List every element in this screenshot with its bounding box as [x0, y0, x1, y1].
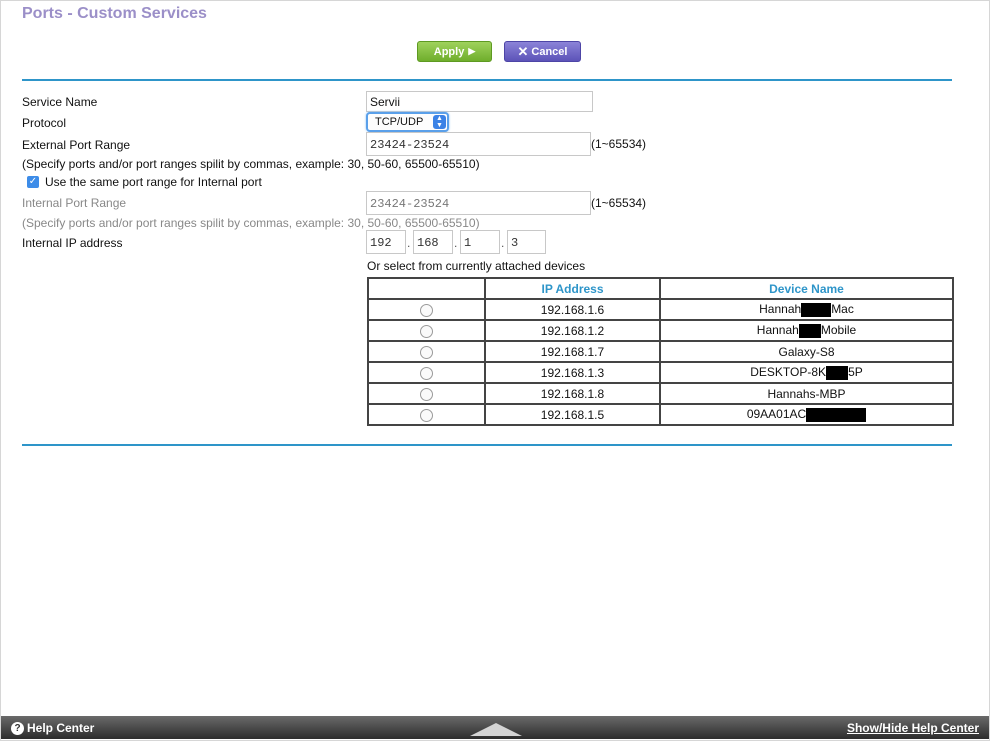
internal-port-label: Internal Port Range: [22, 196, 127, 210]
ip-octet-4[interactable]: 3: [507, 230, 546, 254]
same-range-checkbox[interactable]: ✓: [27, 176, 39, 188]
ip-octet-1[interactable]: 192: [366, 230, 406, 254]
same-range-label: Use the same port range for Internal por…: [45, 175, 262, 189]
devices-table: IP Address Device Name 192.168.1.6 Hanna…: [367, 277, 954, 426]
close-icon: ✕: [517, 43, 529, 59]
device-name-text: Hannah: [759, 302, 802, 317]
device-name: Galaxy-S8: [659, 340, 954, 363]
bottom-divider: [22, 444, 952, 446]
device-ip: 192.168.1.7: [484, 340, 661, 363]
internal-ip-label: Internal IP address: [22, 236, 123, 250]
device-ip: 192.168.1.8: [484, 382, 661, 405]
protocol-select[interactable]: TCP/UDP ▲ ▼: [366, 112, 449, 132]
table-row: 192.168.1.3 DESKTOP-8K 5P: [367, 361, 954, 384]
device-name-text: DESKTOP-8K: [750, 365, 827, 380]
service-name-label: Service Name: [22, 95, 98, 109]
internal-port-range-note: (1~65534): [591, 196, 647, 210]
page-title: Ports - Custom Services: [22, 5, 207, 22]
checkmark-icon: ✓: [28, 176, 38, 187]
ip-octet-3[interactable]: 1: [460, 230, 500, 254]
cancel-button[interactable]: ✕ Cancel: [504, 41, 581, 62]
device-radio[interactable]: [420, 346, 433, 360]
devices-caption: Or select from currently attached device…: [367, 259, 586, 273]
device-name: 09AA01AC: [659, 403, 954, 426]
ip-dot: .: [407, 236, 411, 250]
device-name-text: Mac: [831, 302, 854, 317]
device-name: DESKTOP-8K 5P: [659, 361, 954, 384]
top-divider: [22, 79, 952, 81]
device-name-text: 09AA01AC: [746, 407, 807, 422]
select-column-header: [367, 277, 486, 300]
internal-port-input[interactable]: 23424-23524: [366, 191, 591, 215]
service-name-input[interactable]: Servii: [366, 91, 593, 112]
ip-dot: .: [454, 236, 458, 250]
device-name-text: Mobile: [820, 323, 857, 338]
redaction-bar: [801, 302, 832, 317]
device-radio[interactable]: [420, 325, 433, 339]
device-ip: 192.168.1.2: [484, 319, 661, 342]
redaction-bar: [798, 323, 821, 338]
toggle-help-center-link[interactable]: Show/Hide Help Center: [847, 721, 979, 735]
select-arrows-icon: ▲ ▼: [433, 115, 446, 129]
ip-column-header: IP Address: [484, 277, 661, 300]
help-footer-bar: ? Help Center Show/Hide Help Center: [1, 716, 989, 739]
device-radio[interactable]: [420, 304, 433, 318]
redaction-bar: [826, 365, 849, 380]
ip-octet-2[interactable]: 168: [413, 230, 453, 254]
protocol-label: Protocol: [22, 116, 67, 130]
device-ip: 192.168.1.3: [484, 361, 661, 384]
help-icon: ?: [11, 721, 24, 735]
redaction-bar: [806, 407, 867, 422]
table-row: 192.168.1.2 Hannah Mobile: [367, 319, 954, 342]
apply-button[interactable]: Apply ▶: [417, 41, 492, 62]
cancel-label: Cancel: [531, 45, 568, 58]
device-radio[interactable]: [420, 409, 433, 423]
expand-up-arrow-icon[interactable]: [470, 723, 522, 736]
external-port-input[interactable]: 23424-23524: [366, 132, 591, 156]
table-header-row: IP Address Device Name: [367, 277, 954, 300]
apply-label: Apply: [433, 45, 465, 58]
device-name: Hannah Mobile: [659, 319, 954, 342]
play-arrow-icon: ▶: [468, 46, 476, 56]
device-name-text: Hannah: [756, 323, 799, 338]
device-ip: 192.168.1.5: [484, 403, 661, 426]
table-row: 192.168.1.6 Hannah Mac: [367, 298, 954, 321]
table-row: 192.168.1.5 09AA01AC: [367, 403, 954, 426]
table-row: 192.168.1.8 Hannahs-MBP: [367, 382, 954, 405]
protocol-value: TCP/UDP: [375, 116, 424, 128]
help-center-link[interactable]: ? Help Center: [11, 721, 94, 735]
device-name: Hannah Mac: [659, 298, 954, 321]
external-port-hint: (Specify ports and/or port ranges spilit…: [22, 157, 480, 171]
ip-dot: .: [501, 236, 505, 250]
name-column-header: Device Name: [659, 277, 954, 300]
external-port-label: External Port Range: [22, 138, 131, 152]
device-ip: 192.168.1.6: [484, 298, 661, 321]
help-center-label: Help Center: [27, 721, 95, 735]
internal-port-hint: (Specify ports and/or port ranges spilit…: [22, 216, 480, 230]
device-name-text: 5P: [848, 365, 863, 380]
table-row: 192.168.1.7 Galaxy-S8: [367, 340, 954, 363]
device-name: Hannahs-MBP: [659, 382, 954, 405]
device-radio[interactable]: [420, 388, 433, 402]
device-radio[interactable]: [420, 367, 433, 381]
external-port-range-note: (1~65534): [591, 137, 647, 151]
